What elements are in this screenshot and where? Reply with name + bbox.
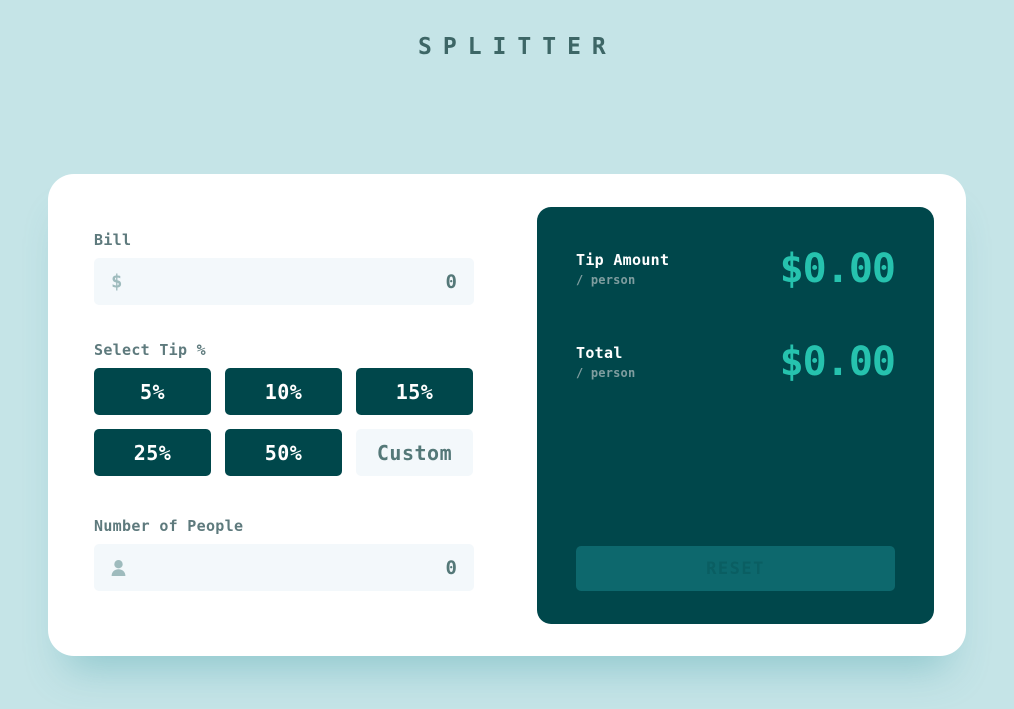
tip-label: Select Tip %: [94, 341, 206, 359]
people-section: Number of People: [94, 517, 474, 591]
tip-option-25[interactable]: 25%: [94, 429, 211, 476]
people-input[interactable]: [94, 556, 474, 579]
input-panel: Bill $ Select Tip % 5% 10% 15% 25% 50% N…: [94, 207, 474, 624]
total-labels: Total / person: [576, 344, 635, 380]
calculator-card: Bill $ Select Tip % 5% 10% 15% 25% 50% N…: [48, 174, 966, 656]
tip-amount-value: $0.00: [779, 246, 896, 292]
bill-label: Bill: [94, 231, 132, 249]
tip-option-15[interactable]: 15%: [356, 368, 473, 415]
tip-option-50[interactable]: 50%: [225, 429, 342, 476]
tip-option-5[interactable]: 5%: [94, 368, 211, 415]
total-value: $0.00: [779, 339, 896, 385]
total-title: Total: [576, 344, 623, 362]
tip-amount-title: Tip Amount: [576, 251, 670, 269]
dollar-icon: $: [111, 270, 123, 292]
people-label: Number of People: [94, 517, 244, 535]
tip-amount-row: Tip Amount / person $0.00: [576, 246, 896, 292]
bill-input-container[interactable]: $: [94, 258, 474, 305]
bill-section: Bill $: [94, 231, 474, 305]
tip-option-10[interactable]: 10%: [225, 368, 342, 415]
reset-button[interactable]: RESET: [576, 546, 895, 591]
total-subtitle: / person: [576, 366, 636, 380]
app-title-container: SPLITTER: [0, 28, 1014, 66]
tip-amount-labels: Tip Amount / person: [576, 251, 669, 287]
tip-amount-subtitle: / person: [576, 273, 636, 287]
page-title: SPLITTER: [418, 34, 617, 60]
tip-options-grid: 5% 10% 15% 25% 50%: [94, 368, 474, 476]
people-input-container[interactable]: [94, 544, 474, 591]
tip-custom-input[interactable]: [356, 429, 473, 476]
bill-input[interactable]: [94, 270, 474, 293]
tip-section: Select Tip % 5% 10% 15% 25% 50%: [94, 341, 474, 476]
person-icon: [111, 559, 126, 576]
total-row: Total / person $0.00: [576, 339, 896, 385]
results-panel: Tip Amount / person $0.00 Total / person…: [537, 207, 934, 624]
